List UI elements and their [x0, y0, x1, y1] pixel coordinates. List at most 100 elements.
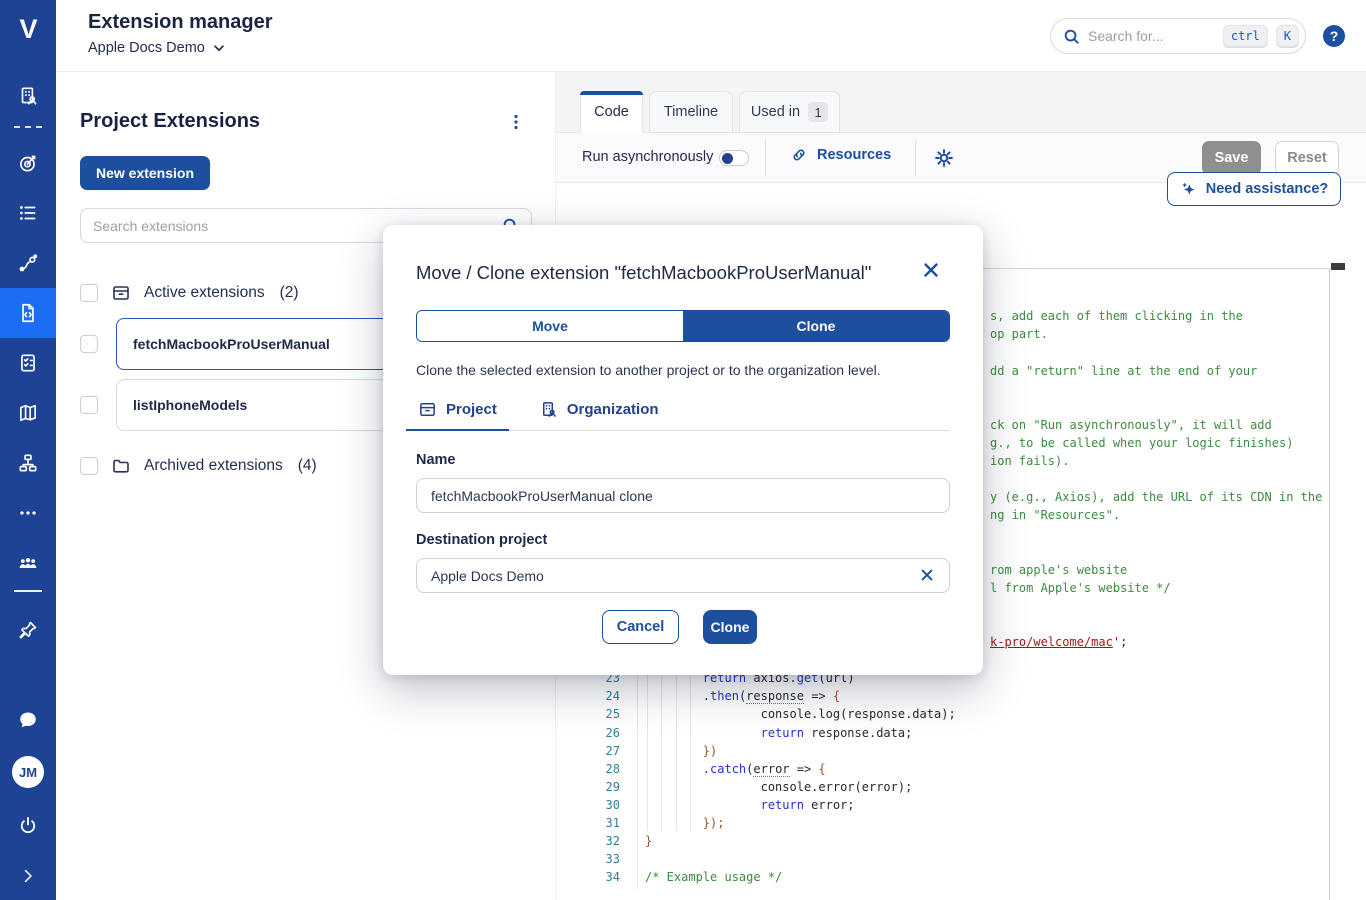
modal-title: Move / Clone extension "fetchMacbookProU…: [416, 262, 871, 284]
group-count: (2): [280, 284, 299, 302]
users-icon[interactable]: [0, 551, 56, 575]
code-line: 32}: [580, 832, 1325, 850]
extension-checkbox[interactable]: [80, 396, 98, 414]
code-line: 34/* Example usage */: [580, 868, 1325, 886]
organization-icon: [539, 400, 558, 419]
scope-tabs: Project Organization: [416, 398, 950, 431]
checklist-icon[interactable]: [0, 351, 56, 375]
scope-tab-organization[interactable]: Organization: [537, 398, 661, 430]
destination-project-input[interactable]: [416, 558, 950, 593]
goal-target-icon[interactable]: [0, 151, 56, 175]
project-selector[interactable]: Apple Docs Demo: [88, 40, 226, 56]
archive-box-icon: [418, 400, 437, 419]
journey-icon[interactable]: [0, 251, 56, 275]
shortcut-ctrl-key: ctrl: [1223, 25, 1268, 47]
code-line: 25 console.log(response.data);: [580, 705, 1325, 723]
brand-logo: V: [0, 14, 56, 45]
code-line: 28 .catch(error => {: [580, 760, 1325, 778]
shortcut-k-key: K: [1276, 25, 1299, 47]
workflow-icon[interactable]: [0, 451, 56, 475]
panel-title: Project Extensions: [80, 110, 260, 133]
mode-tab-clone[interactable]: Clone: [683, 311, 949, 341]
tab-used-in[interactable]: Used in 1: [739, 91, 840, 133]
new-extension-button[interactable]: New extension: [80, 156, 210, 190]
help-button[interactable]: ?: [1323, 25, 1345, 47]
extension-checkbox[interactable]: [80, 335, 98, 353]
scope-tab-label: Organization: [567, 401, 659, 418]
code-line: 33: [580, 850, 1325, 868]
code-line: 29 console.error(error);: [580, 778, 1325, 796]
move-clone-modal: Move / Clone extension "fetchMacbookProU…: [383, 225, 983, 675]
code-line: 31 });: [580, 814, 1325, 832]
name-input[interactable]: [416, 478, 950, 513]
folder-icon: [111, 456, 131, 476]
clone-confirm-button[interactable]: Clone: [703, 610, 757, 644]
project-selector-label: Apple Docs Demo: [88, 40, 205, 56]
organization-icon[interactable]: [0, 84, 56, 108]
panel-menu-button[interactable]: [504, 110, 528, 134]
active-group-checkbox[interactable]: [80, 284, 98, 302]
top-header: Extension manager Apple Docs Demo ctrl K…: [56, 0, 1366, 72]
group-label: Archived extensions: [144, 457, 283, 475]
gear-icon[interactable]: [933, 147, 955, 169]
list-icon[interactable]: [0, 201, 56, 225]
tab-label: Code: [594, 104, 629, 120]
user-avatar[interactable]: JM: [12, 756, 44, 788]
toolbar-divider: [915, 140, 916, 176]
active-extensions-group[interactable]: Active extensions (2): [80, 283, 299, 303]
code-line: 27 }): [580, 742, 1325, 760]
mode-tab-move[interactable]: Move: [417, 311, 683, 341]
chevron-down-icon: [212, 41, 226, 55]
reset-button[interactable]: Reset: [1275, 141, 1339, 175]
extensions-code-file-icon[interactable]: [0, 288, 56, 338]
resources-button[interactable]: Resources: [790, 146, 891, 164]
sidebar-divider: [14, 590, 42, 592]
resources-label: Resources: [817, 147, 891, 163]
map-icon[interactable]: [0, 401, 56, 425]
need-assistance-button[interactable]: Need assistance?: [1167, 172, 1341, 206]
cancel-button[interactable]: Cancel: [602, 610, 679, 644]
run-async-toggle[interactable]: [719, 150, 749, 166]
scope-tab-project[interactable]: Project: [416, 398, 499, 430]
icon-sidebar: V: [0, 0, 56, 900]
editor-scrollbar[interactable]: [1331, 263, 1345, 900]
clear-destination-icon[interactable]: [919, 567, 937, 585]
archive-box-icon: [111, 283, 131, 303]
save-button[interactable]: Save: [1202, 141, 1261, 175]
code-line: 26 return response.data;: [580, 724, 1325, 742]
sidebar-divider: [14, 126, 42, 128]
scope-tab-label: Project: [446, 401, 497, 418]
code-line: 24 .then(response => {: [580, 687, 1325, 705]
extension-name: listIphoneModels: [133, 397, 247, 413]
modal-description: Clone the selected extension to another …: [416, 362, 881, 378]
tab-timeline[interactable]: Timeline: [649, 91, 733, 133]
global-search[interactable]: ctrl K: [1050, 18, 1306, 54]
code-line: 30 return error;: [580, 796, 1325, 814]
tab-label: Timeline: [664, 104, 718, 120]
used-in-count-badge: 1: [808, 102, 828, 122]
more-dots-icon[interactable]: [0, 501, 56, 525]
group-count: (4): [298, 457, 317, 475]
assist-label: Need assistance?: [1206, 181, 1329, 197]
tab-code[interactable]: Code: [580, 91, 643, 133]
mode-segmented-control: Move Clone: [416, 310, 950, 342]
tab-label: Used in: [751, 104, 800, 120]
page-title: Extension manager: [88, 11, 273, 34]
close-icon[interactable]: [921, 260, 943, 282]
app-window: V: [0, 0, 1366, 900]
run-async-label: Run asynchronously: [582, 149, 713, 165]
chat-icon[interactable]: [0, 708, 56, 732]
archived-extensions-group[interactable]: Archived extensions (4): [80, 456, 317, 476]
scrollbar-thumb[interactable]: [1331, 263, 1345, 270]
pin-icon[interactable]: [0, 618, 56, 642]
global-search-input[interactable]: [1088, 28, 1215, 44]
name-label: Name: [416, 452, 456, 468]
search-icon: [1063, 28, 1080, 45]
expand-chevron-icon[interactable]: [0, 864, 56, 888]
archived-group-checkbox[interactable]: [80, 457, 98, 475]
tab-bar: Code Timeline Used in 1: [556, 72, 1366, 133]
extension-name: fetchMacbookProUserManual: [133, 336, 330, 352]
destination-project-label: Destination project: [416, 532, 547, 548]
link-icon: [790, 146, 808, 164]
power-icon[interactable]: [0, 814, 56, 838]
